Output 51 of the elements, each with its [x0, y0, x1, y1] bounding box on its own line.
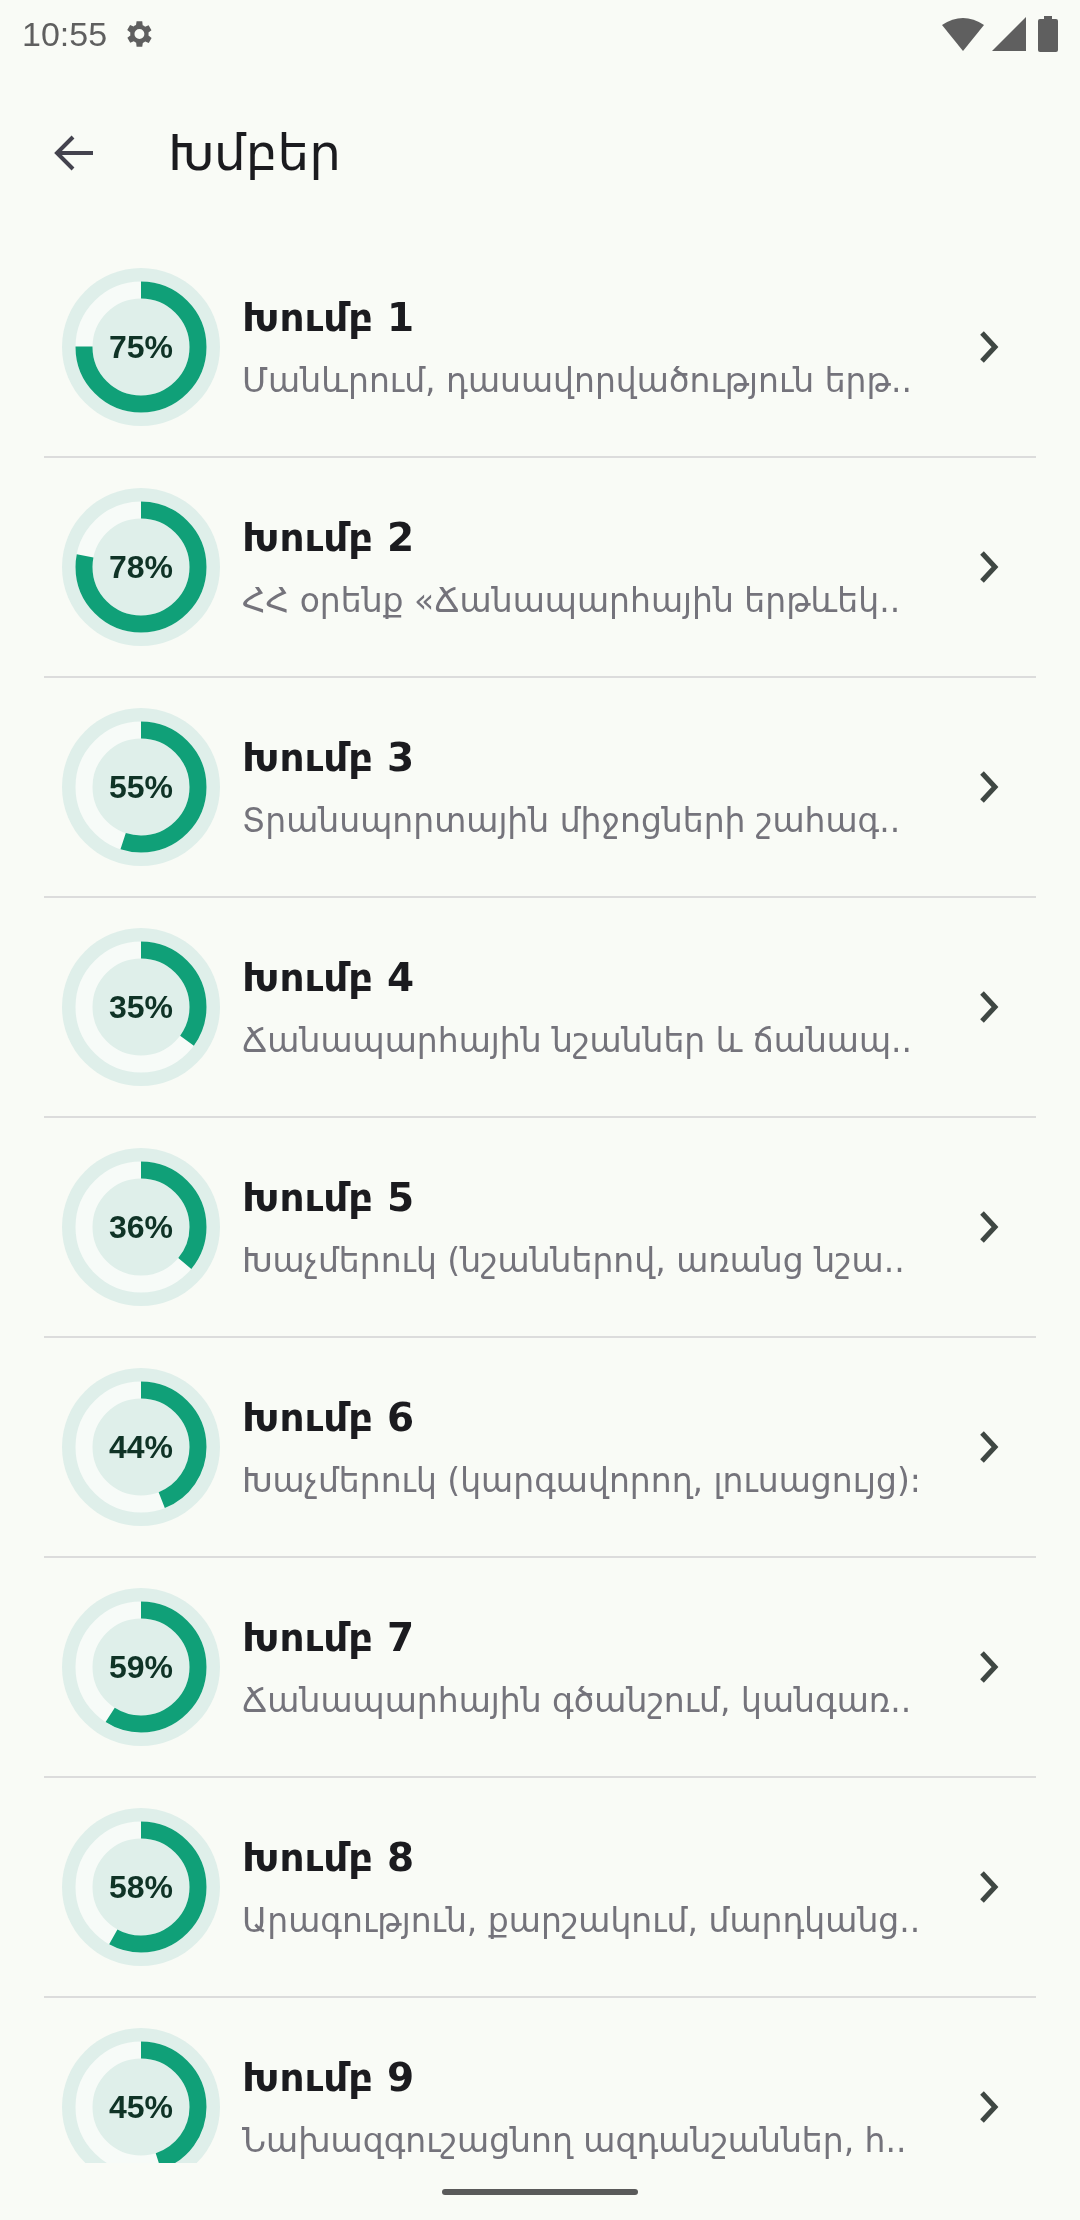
group-title: Խումբ 9	[242, 2054, 416, 2102]
chevron-right-icon	[978, 1870, 1000, 1904]
group-row[interactable]: 75% Խումբ 1 Մանևրում, դասավորվածություն երթ..	[44, 238, 1036, 458]
group-title: Խումբ 5	[242, 1174, 416, 1222]
chevron-right-icon	[978, 770, 1000, 804]
battery-icon	[1038, 16, 1058, 52]
percent-label: 45%	[107, 2088, 174, 2127]
percent-label: 35%	[107, 988, 174, 1027]
wifi-icon	[942, 17, 984, 51]
group-row[interactable]: 44% Խումբ 6 Խաչմերուկ (կարգավորող, լուսացույց):	[44, 1338, 1036, 1558]
group-row[interactable]: 45% Խումբ 9 Նախազգուշացնող ազդանշաններ, հ..	[44, 1998, 1036, 2163]
chevron-right-icon	[978, 990, 1000, 1024]
group-description: Խաչմերուկ (նշաններով, առանց նշա..	[242, 1239, 906, 1282]
group-row[interactable]: 36% Խումբ 5 Խաչմերուկ (նշաններով, առանց նշա..	[44, 1118, 1036, 1338]
group-title: Խումբ 8	[242, 1834, 416, 1882]
chevron-right-icon	[978, 1430, 1000, 1464]
percent-label: 75%	[107, 328, 174, 367]
percent-label: 55%	[107, 768, 174, 807]
percent-label: 58%	[107, 1868, 174, 1907]
group-row[interactable]: 59% Խումբ 7 Ճանապարհային գծանշում, կանգառ..	[44, 1558, 1036, 1778]
group-description: Խաչմերուկ (կարգավորող, լուսացույց):	[242, 1459, 922, 1502]
group-description: ՀՀ օրենք «Ճանապարհային երթևեկ..	[242, 579, 902, 622]
group-row[interactable]: 78% Խումբ 2 ՀՀ օրենք «Ճանապարհային երթևեկ..	[44, 458, 1036, 678]
percent-label: 78%	[107, 548, 174, 587]
group-description: Արագություն, քարշակում, մարդկանց..	[242, 1899, 922, 1942]
group-row[interactable]: 58% Խումբ 8 Արագություն, քարշակում, մարդկանց..	[44, 1778, 1036, 1998]
percent-label: 59%	[107, 1648, 174, 1687]
chevron-right-icon	[978, 1650, 1000, 1684]
chevron-right-icon	[978, 2090, 1000, 2124]
group-title: Խումբ 7	[242, 1614, 416, 1662]
home-indicator[interactable]	[442, 2188, 638, 2195]
group-title: Խումբ 3	[242, 734, 416, 782]
group-title: Խումբ 1	[242, 294, 416, 342]
group-description: Տրանսպորտային միջոցների շահագ..	[242, 799, 902, 842]
group-description: Ճանապարհային գծանշում, կանգառ..	[242, 1679, 913, 1722]
chevron-right-icon	[978, 330, 1000, 364]
group-description: Ճանապարհային նշաններ և ճանապ..	[242, 1019, 914, 1062]
group-row[interactable]: 35% Խումբ 4 Ճանապարհային նշաններ և ճանապ..	[44, 898, 1036, 1118]
percent-label: 44%	[107, 1428, 174, 1467]
group-description: Նախազգուշացնող ազդանշաններ, հ..	[242, 2119, 908, 2162]
group-row[interactable]: 55% Խումբ 3 Տրանսպորտային միջոցների շահագ..	[44, 678, 1036, 898]
status-time: 10:55	[22, 13, 108, 55]
percent-label: 36%	[107, 1208, 174, 1247]
group-title: Խումբ 6	[242, 1394, 416, 1442]
group-title: Խումբ 2	[242, 514, 416, 562]
signal-icon	[992, 17, 1026, 51]
group-description: Մանևրում, դասավորվածություն երթ..	[242, 359, 913, 402]
chevron-right-icon	[978, 1210, 1000, 1244]
chevron-right-icon	[978, 550, 1000, 584]
screen-title: Խմբեր	[168, 122, 341, 184]
group-title: Խումբ 4	[242, 954, 416, 1002]
